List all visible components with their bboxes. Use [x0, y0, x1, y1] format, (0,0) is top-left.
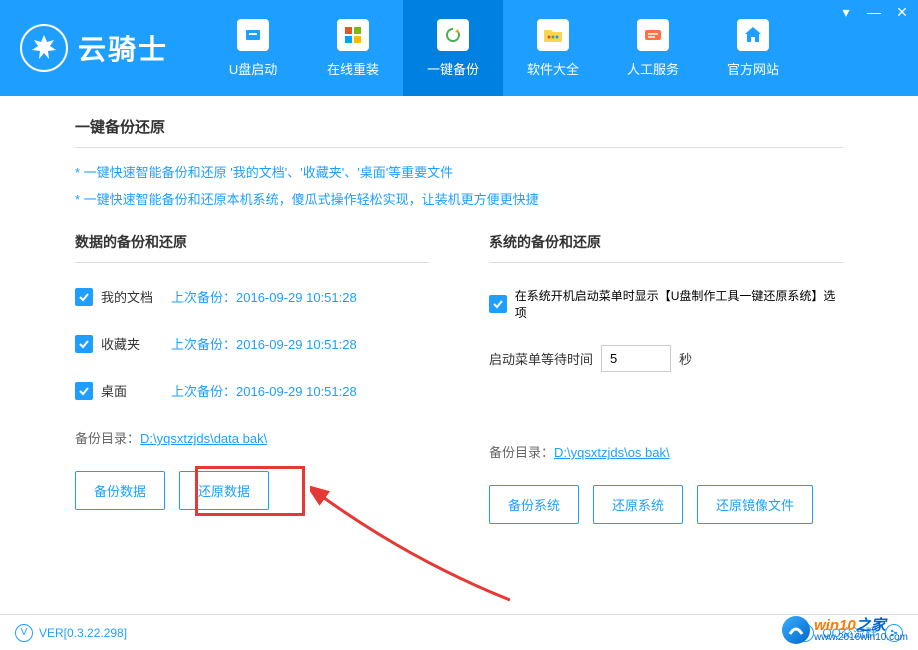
wait-time-input[interactable]	[601, 345, 671, 372]
check-row-documents: 我的文档 上次备份：2016-09-29 10:51:28	[75, 287, 429, 306]
data-backup-dir: 备份目录：D:\yqsxtzjds\data bak\	[75, 428, 429, 447]
hint-line-1: * 一键快速智能备份和还原 '我的文档'、'收藏夹'、'桌面'等重要文件	[75, 162, 843, 181]
check-row-favorites: 收藏夹 上次备份：2016-09-29 10:51:28	[75, 334, 429, 353]
backup-time-documents: 上次备份：2016-09-29 10:51:28	[171, 287, 357, 306]
boot-menu-option: 在系统开机启动菜单时显示【U盘制作工具一键还原系统】选项	[489, 287, 843, 321]
tab-website[interactable]: 官方网站	[703, 0, 803, 96]
backup-data-button[interactable]: 备份数据	[75, 471, 165, 510]
support-icon	[637, 19, 669, 51]
knight-logo-icon	[20, 24, 68, 72]
close-button[interactable]: ✕	[894, 4, 910, 20]
tab-backup[interactable]: 一键备份	[403, 0, 503, 96]
minimize-button[interactable]: —	[866, 4, 882, 20]
checkbox-documents[interactable]	[75, 288, 93, 306]
refresh-icon	[437, 19, 469, 51]
system-backup-panel: 系统的备份和还原 在系统开机启动菜单时显示【U盘制作工具一键还原系统】选项 启动…	[459, 232, 843, 524]
watermark-url: www.2016win10.com	[814, 633, 908, 643]
usb-icon	[237, 19, 269, 51]
nav-tabs: U盘启动 在线重装 一键备份 软件大全 人工服务 官方网站	[203, 0, 803, 96]
tab-usb-boot[interactable]: U盘启动	[203, 0, 303, 96]
system-backup-dir: 备份目录：D:\yqsxtzjds\os bak\	[489, 442, 843, 461]
watermark: win10之家 www.2016win10.com	[782, 616, 908, 644]
page-title: 一键备份还原	[75, 116, 843, 148]
check-row-desktop: 桌面 上次备份：2016-09-29 10:51:28	[75, 381, 429, 400]
restore-data-button[interactable]: 还原数据	[179, 471, 269, 510]
status-bar: V VER[0.3.22.298] QQ交流群	[0, 614, 918, 650]
checkbox-favorites[interactable]	[75, 335, 93, 353]
hint-line-2: * 一键快速智能备份和还原本机系统，傻瓜式操作轻松实现，让装机更方便更快捷	[75, 189, 843, 208]
settings-icon[interactable]: ▾	[838, 4, 854, 20]
watermark-title: win10之家	[814, 618, 908, 633]
backup-time-desktop: 上次备份：2016-09-29 10:51:28	[171, 381, 357, 400]
boot-menu-label: 在系统开机启动菜单时显示【U盘制作工具一键还原系统】选项	[515, 287, 843, 321]
main-content: 一键备份还原 * 一键快速智能备份和还原 '我的文档'、'收藏夹'、'桌面'等重…	[0, 96, 918, 544]
watermark-badge-icon	[782, 616, 810, 644]
version-label: VER[0.3.22.298]	[39, 626, 127, 640]
data-dir-link[interactable]: D:\yqsxtzjds\data bak\	[140, 431, 267, 446]
tab-software[interactable]: 软件大全	[503, 0, 603, 96]
wait-time-unit: 秒	[679, 349, 692, 368]
system-panel-title: 系统的备份和还原	[489, 232, 843, 263]
wait-time-label: 启动菜单等待时间	[489, 349, 593, 368]
home-icon	[737, 19, 769, 51]
label-desktop: 桌面	[101, 381, 171, 400]
data-panel-title: 数据的备份和还原	[75, 232, 429, 263]
folder-icon	[537, 19, 569, 51]
window-controls: ▾ — ✕	[838, 4, 910, 20]
data-backup-panel: 数据的备份和还原 我的文档 上次备份：2016-09-29 10:51:28 收…	[75, 232, 459, 524]
tab-support[interactable]: 人工服务	[603, 0, 703, 96]
checkbox-boot-menu[interactable]	[489, 295, 507, 313]
app-logo: 云骑士	[20, 24, 168, 72]
title-bar: 云骑士 U盘启动 在线重装 一键备份 软件大全 人工服务 官方网站 ▾ —	[0, 0, 918, 96]
wait-time-row: 启动菜单等待时间 秒	[489, 345, 843, 372]
backup-system-button[interactable]: 备份系统	[489, 485, 579, 524]
label-favorites: 收藏夹	[101, 334, 171, 353]
restore-system-button[interactable]: 还原系统	[593, 485, 683, 524]
backup-time-favorites: 上次备份：2016-09-29 10:51:28	[171, 334, 357, 353]
system-dir-link[interactable]: D:\yqsxtzjds\os bak\	[554, 445, 670, 460]
tab-online-reinstall[interactable]: 在线重装	[303, 0, 403, 96]
restore-image-button[interactable]: 还原镜像文件	[697, 485, 813, 524]
checkbox-desktop[interactable]	[75, 382, 93, 400]
app-name: 云骑士	[78, 28, 168, 68]
version-icon: V	[15, 624, 33, 642]
windows-icon	[337, 19, 369, 51]
label-documents: 我的文档	[101, 287, 171, 306]
